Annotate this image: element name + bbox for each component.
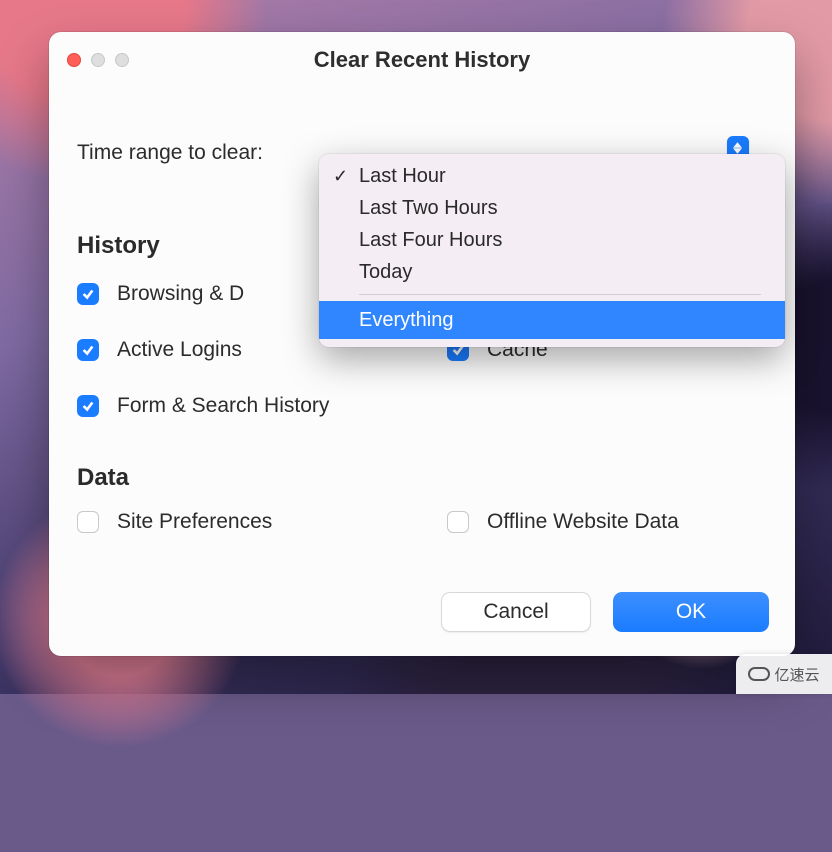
checkbox-icon <box>447 511 469 533</box>
menu-item-today[interactable]: Today <box>319 256 785 288</box>
traffic-lights <box>67 53 129 67</box>
cancel-button[interactable]: Cancel <box>441 592 591 632</box>
window-minimize-button[interactable] <box>91 53 105 67</box>
menu-item-last-two-hours[interactable]: Last Two Hours <box>319 192 785 224</box>
check-label: Active Logins <box>117 338 242 362</box>
checkbox-icon <box>77 339 99 361</box>
menu-item-label: Last Hour <box>359 165 446 188</box>
ok-button[interactable]: OK <box>613 592 769 632</box>
menu-item-everything[interactable]: Everything <box>319 301 785 339</box>
cloud-icon <box>748 667 770 681</box>
checkbox-icon <box>77 511 99 533</box>
window-zoom-button[interactable] <box>115 53 129 67</box>
check-label: Site Preferences <box>117 510 272 534</box>
data-checks: Site Preferences Offline Website Data <box>77 510 767 534</box>
checkmark-icon: ✓ <box>333 166 359 187</box>
dialog-title: Clear Recent History <box>49 47 795 73</box>
watermark: 亿速云 <box>736 654 832 694</box>
titlebar: Clear Recent History <box>49 32 795 88</box>
checkbox-icon <box>77 283 99 305</box>
menu-item-last-hour[interactable]: ✓ Last Hour <box>319 160 785 192</box>
menu-item-last-four-hours[interactable]: Last Four Hours <box>319 224 785 256</box>
menu-item-label: Today <box>359 261 412 284</box>
menu-item-label: Last Two Hours <box>359 197 498 220</box>
menu-item-label: Last Four Hours <box>359 229 502 252</box>
clear-history-dialog: Clear Recent History Time range to clear… <box>49 32 795 656</box>
check-label: Browsing & D <box>117 282 244 306</box>
window-close-button[interactable] <box>67 53 81 67</box>
dialog-footer: Cancel OK <box>441 592 769 632</box>
data-section-header: Data <box>77 464 767 492</box>
checkbox-icon <box>77 395 99 417</box>
check-site-preferences[interactable]: Site Preferences <box>77 510 447 534</box>
menu-separator <box>359 294 761 295</box>
watermark-label: 亿速云 <box>774 664 819 685</box>
menu-item-label: Everything <box>359 309 454 332</box>
check-form-search[interactable]: Form & Search History <box>77 394 447 418</box>
check-label: Offline Website Data <box>487 510 679 534</box>
time-range-menu: ✓ Last Hour Last Two Hours Last Four Hou… <box>319 154 785 347</box>
check-label: Form & Search History <box>117 394 329 418</box>
check-offline-data[interactable]: Offline Website Data <box>447 510 767 534</box>
time-range-label: Time range to clear: <box>77 141 263 165</box>
